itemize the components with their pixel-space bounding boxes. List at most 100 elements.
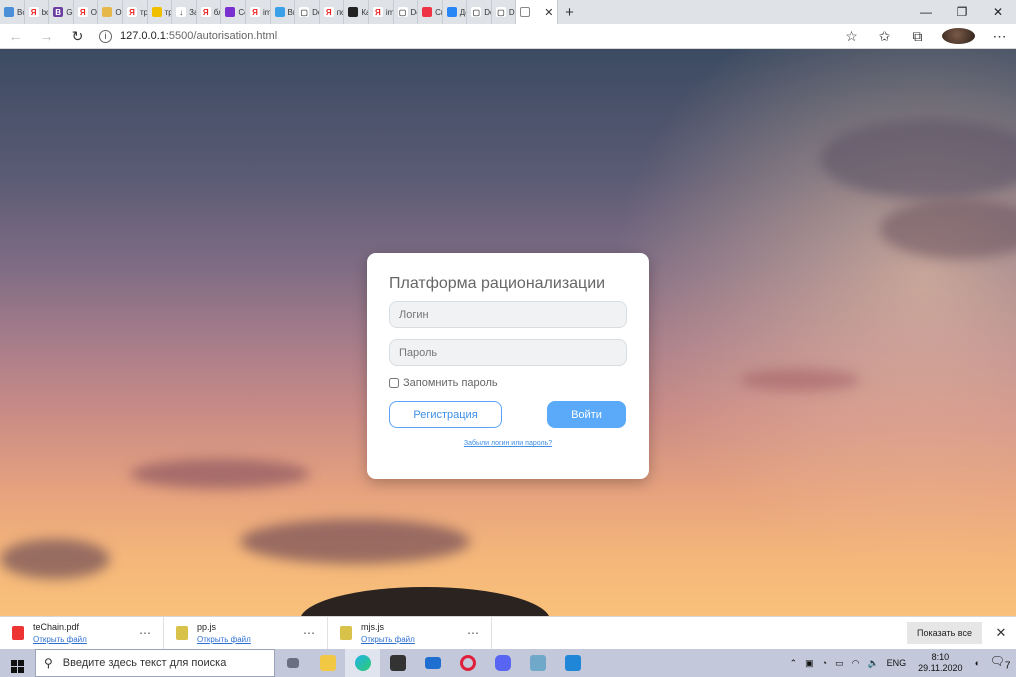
mountain-silhouette (300, 587, 550, 616)
browser-tab[interactable]: ЯОп (74, 0, 99, 24)
password-input[interactable] (389, 339, 627, 366)
download-item[interactable]: pp.js Открыть файл ⋯ (164, 616, 328, 650)
browser-tab[interactable]: Ятр (123, 0, 148, 24)
tray-chevron-icon[interactable]: ⌃ (790, 658, 798, 669)
browser-tab[interactable]: До (443, 0, 468, 24)
volume-icon[interactable]: 🔈 (867, 658, 878, 669)
more-options-icon[interactable]: ⋯ (303, 626, 315, 640)
more-menu-icon[interactable]: ⋯ (983, 28, 1016, 45)
tray-app-icon[interactable]: ▣ (805, 658, 814, 669)
tab-label: Оп (115, 7, 122, 17)
wifi-icon[interactable]: ◠ (852, 658, 860, 669)
download-filename: teChain.pdf (33, 622, 80, 632)
tab-label: За (189, 7, 196, 17)
mail-icon[interactable] (415, 649, 450, 677)
close-window-button[interactable]: ✕ (980, 5, 1016, 19)
browser-tab[interactable]: Сп (418, 0, 443, 24)
browser-tab[interactable]: ▢Do (467, 0, 492, 24)
tab-label: Оп (90, 7, 98, 17)
forgot-password-link[interactable]: Забыли логин или пароль? (389, 440, 627, 447)
tab-label: Do (312, 7, 319, 17)
back-button[interactable]: ← (0, 28, 31, 44)
store-icon[interactable] (380, 649, 415, 677)
tab-active[interactable]: ✕ (516, 0, 559, 24)
edge-browser-icon[interactable] (345, 649, 380, 677)
js-file-icon (340, 626, 352, 640)
profile-avatar[interactable] (942, 28, 975, 44)
more-options-icon[interactable]: ⋯ (139, 626, 151, 640)
browser-tab[interactable]: ▢Do (394, 0, 419, 24)
browser-tab[interactable]: Оп (98, 0, 123, 24)
more-options-icon[interactable]: ⋯ (467, 626, 479, 640)
open-file-link[interactable]: Открыть файл (361, 635, 415, 644)
tab-favicon-icon: Я (200, 7, 211, 17)
battery-icon[interactable]: ▭ (835, 658, 844, 669)
restore-button[interactable]: ❐ (944, 5, 980, 19)
url-field[interactable]: 127.0.0.1:5500/autorisation.html (120, 30, 277, 42)
browser-tab[interactable]: тр (148, 0, 173, 24)
browser-tab[interactable]: ▢Do (295, 0, 320, 24)
tab-favicon-icon: B (53, 7, 64, 17)
tab-favicon-icon: ▢ (299, 7, 310, 17)
browser-tab[interactable]: Ябл (197, 0, 222, 24)
tab-favicon-icon (274, 7, 285, 17)
favorite-star-icon[interactable]: ☆ (835, 28, 868, 45)
tab-label: Сп (435, 7, 442, 17)
open-file-link[interactable]: Открыть файл (197, 635, 251, 644)
taskbar-search[interactable]: ⚲ Введите здесь текст для поиска (35, 649, 275, 677)
start-button[interactable] (0, 653, 35, 673)
login-input[interactable] (389, 301, 627, 328)
minimize-button[interactable]: — (908, 5, 944, 19)
new-tab-button[interactable]: + (558, 4, 580, 21)
browser-tab[interactable]: Вы (271, 0, 296, 24)
browser-tab[interactable]: ▢Do (492, 0, 517, 24)
remember-checkbox[interactable] (389, 378, 399, 388)
page-icon (520, 7, 531, 17)
download-item[interactable]: mjs.js Открыть файл ⋯ (328, 616, 492, 650)
tab-label: Do (410, 7, 418, 17)
browser-tab[interactable]: Все (0, 0, 25, 24)
user-badge-icon[interactable]: ◐ (975, 658, 980, 668)
show-all-button[interactable]: Показать все (907, 622, 982, 644)
page-viewport: Платформа рационализации Запомнить парол… (0, 49, 1016, 616)
browser-tab[interactable]: Яim (369, 0, 394, 24)
tab-label: Ка (361, 7, 368, 17)
favorites-icon[interactable]: ✩ (868, 28, 901, 45)
app-icon[interactable] (520, 649, 555, 677)
file-explorer-icon[interactable] (310, 649, 345, 677)
clock[interactable]: 8:10 29.11.2020 (918, 652, 962, 674)
notification-count: 7 (1004, 660, 1011, 672)
cloud (130, 459, 310, 489)
login-actions: Регистрация Войти (389, 401, 627, 428)
browser-tab[interactable]: ↓За (172, 0, 197, 24)
close-downloads-icon[interactable]: ✕ (990, 625, 1012, 641)
signin-button[interactable]: Войти (547, 401, 626, 428)
notifications-button[interactable]: 🗨7 (988, 654, 1012, 671)
register-button[interactable]: Регистрация (389, 401, 502, 428)
collections-icon[interactable]: ⧉ (901, 28, 934, 45)
vscode-icon[interactable] (555, 649, 590, 677)
opera-icon[interactable] (450, 649, 485, 677)
browser-tab[interactable]: Ка (344, 0, 369, 24)
discord-icon[interactable] (485, 649, 520, 677)
tab-label: по (336, 7, 344, 17)
browser-tab[interactable]: Яbo (25, 0, 50, 24)
remember-password[interactable]: Запомнить пароль (389, 377, 627, 389)
tray-network-icon[interactable]: ◔ (822, 658, 827, 668)
task-view-icon[interactable] (275, 649, 310, 677)
close-tab-icon[interactable]: ✕ (544, 6, 553, 19)
browser-tab[interactable]: BGri (49, 0, 74, 24)
browser-tab[interactable]: Се (221, 0, 246, 24)
date: 29.11.2020 (918, 663, 963, 673)
language-indicator[interactable]: ENG (887, 658, 907, 668)
pdf-file-icon (12, 626, 24, 640)
refresh-button[interactable]: ↻ (62, 28, 93, 45)
tab-label: бл (213, 7, 221, 17)
browser-tab[interactable]: Яim (246, 0, 271, 24)
site-info-icon[interactable]: i (99, 29, 112, 43)
forward-button[interactable]: → (31, 28, 62, 44)
open-file-link[interactable]: Открыть файл (33, 635, 87, 644)
download-item[interactable]: teChain.pdf Открыть файл ⋯ (0, 616, 164, 650)
browser-tab[interactable]: Япо (320, 0, 345, 24)
tab-favicon-icon: Я (372, 7, 383, 17)
